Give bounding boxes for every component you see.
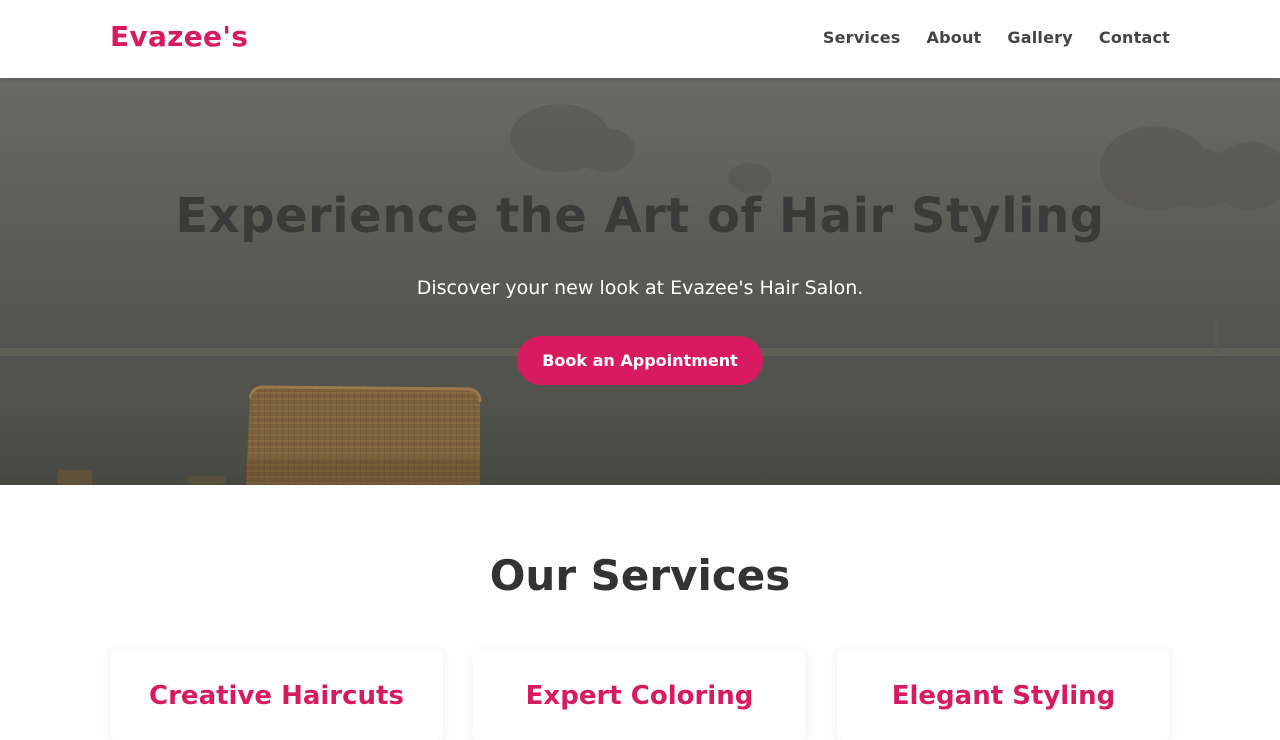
book-appointment-button[interactable]: Book an Appointment [517, 336, 763, 385]
service-card-styling[interactable]: Elegant Styling [837, 650, 1170, 740]
main-nav: Services About Gallery Contact [823, 28, 1170, 47]
nav-link-contact[interactable]: Contact [1099, 28, 1170, 47]
site-header: Evazee's Services About Gallery Contact [0, 0, 1280, 78]
nav-link-services[interactable]: Services [823, 28, 901, 47]
site-logo[interactable]: Evazee's [110, 20, 248, 53]
service-card-title: Creative Haircuts [149, 681, 404, 711]
service-card-coloring[interactable]: Expert Coloring [473, 650, 806, 740]
service-card-haircuts[interactable]: Creative Haircuts [110, 650, 443, 740]
services-heading: Our Services [489, 551, 791, 600]
hero-title: Experience the Art of Hair Styling [175, 188, 1105, 244]
service-card-title: Expert Coloring [525, 681, 754, 711]
nav-link-about[interactable]: About [927, 28, 982, 47]
nav-link-gallery[interactable]: Gallery [1007, 28, 1072, 47]
hero-subtitle: Discover your new look at Evazee's Hair … [416, 277, 864, 299]
service-card-title: Elegant Styling [891, 681, 1116, 711]
hero-section: Experience the Art of Hair Styling Disco… [0, 78, 1280, 485]
